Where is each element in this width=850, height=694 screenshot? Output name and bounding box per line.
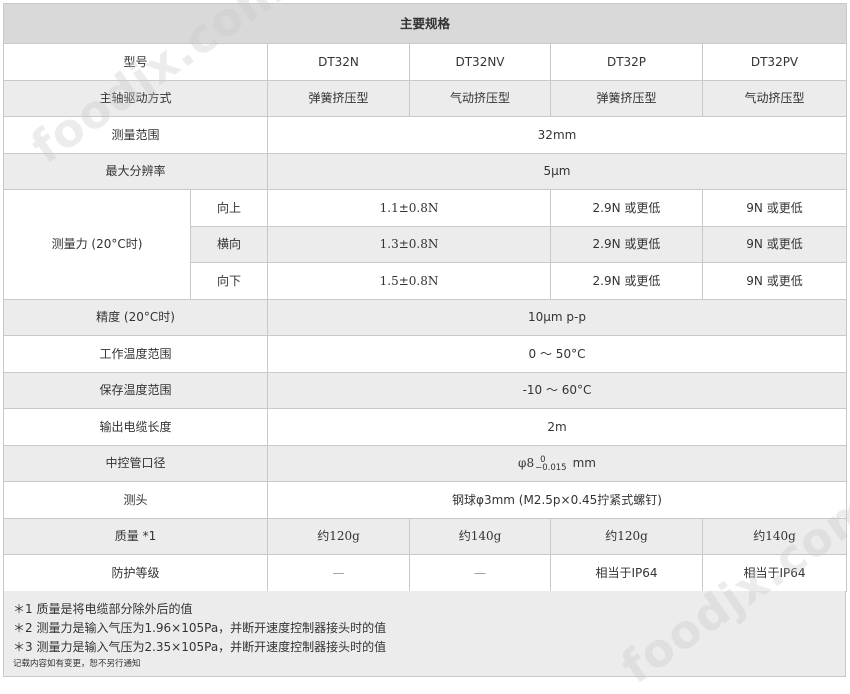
stem-row: 中控管口径 φ8 0 −0.015 mm <box>3 444 848 482</box>
model-dt32pv: DT32PV <box>701 43 848 81</box>
cable-label: 输出电缆长度 <box>3 408 268 446</box>
probe-value: 钢球φ3mm (M2.5p×0.45拧紧式螺钉) <box>266 481 848 519</box>
mass-row: 质量 *1 约120g 约140g 约120g 约140g <box>3 517 848 555</box>
force-value-p: 2.9N 或更低 <box>550 262 703 300</box>
force-value-p: 2.9N 或更低 <box>550 189 703 227</box>
spec-table: 主要规格 型号 DT32N DT32NV DT32P DT32PV 主轴驱动方式… <box>2 3 848 592</box>
model-dt32nv: DT32NV <box>409 43 551 81</box>
drive-value: 气动挤压型 <box>701 79 848 117</box>
mass-value: 约120g <box>267 517 410 555</box>
force-value-pv: 9N 或更低 <box>701 262 848 300</box>
stem-label: 中控管口径 <box>3 444 268 482</box>
footnotes: ＊1 质量是将电缆部分除外后的值 ＊2 测量力是输入气压为1.96×105Pa，… <box>3 591 846 677</box>
footnote-2: ＊2 测量力是输入气压为1.96×105Pa，并断开速度控制器接头时的值 <box>13 621 387 635</box>
work-temp-label: 工作温度范围 <box>3 335 268 373</box>
work-temp-value: 0 ～ 50°C <box>266 335 848 373</box>
protection-value: 相当于IP64 <box>701 554 848 592</box>
range-label: 测量范围 <box>3 116 268 154</box>
force-direction: 横向 <box>190 225 268 263</box>
force-value-pv: 9N 或更低 <box>701 225 848 263</box>
work-temp-row: 工作温度范围 0 ～ 50°C <box>3 335 848 373</box>
model-dt32p: DT32P <box>550 43 703 81</box>
cable-row: 输出电缆长度 2m <box>3 408 848 446</box>
stem-tolerance-lower: −0.015 <box>535 462 567 473</box>
table-header-row: 主要规格 <box>2 3 848 44</box>
resolution-row: 最大分辨率 5μm <box>3 152 848 190</box>
drive-label: 主轴驱动方式 <box>3 79 268 117</box>
protection-value: — <box>409 554 551 592</box>
force-value-np: 1.1±0.8N <box>267 189 551 227</box>
store-temp-row: 保存温度范围 -10 ～ 60°C <box>3 371 848 409</box>
force-row-up: 测量力 (20°C时) 向上 1.1±0.8N 2.9N 或更低 9N 或更低 <box>3 189 848 300</box>
stem-unit: mm <box>572 456 596 470</box>
mass-value: 约140g <box>701 517 848 555</box>
mass-value: 约140g <box>409 517 551 555</box>
drive-value: 弹簧挤压型 <box>550 79 703 117</box>
stem-tolerance: 0 −0.015 <box>535 455 567 473</box>
protection-row: 防护等级 — — 相当于IP64 相当于IP64 <box>3 554 848 592</box>
model-label: 型号 <box>3 43 268 81</box>
disclaimer: 记载内容如有变更，恕不另行通知 <box>13 659 141 669</box>
force-direction: 向下 <box>190 262 268 300</box>
model-row: 型号 DT32N DT32NV DT32P DT32PV <box>3 43 848 81</box>
range-row: 测量范围 32mm <box>3 116 848 154</box>
accuracy-row: 精度 (20°C时) 10μm p-p <box>3 298 848 336</box>
mass-value: 约120g <box>550 517 703 555</box>
probe-label: 测头 <box>3 481 268 519</box>
model-dt32n: DT32N <box>267 43 410 81</box>
force-label: 测量力 (20°C时) <box>3 189 191 300</box>
drive-row: 主轴驱动方式 弹簧挤压型 气动挤压型 弹簧挤压型 气动挤压型 <box>3 79 848 117</box>
footnote-3: ＊3 测量力是输入气压为2.35×105Pa，并断开速度控制器接头时的值 <box>13 640 387 654</box>
protection-value: 相当于IP64 <box>550 554 703 592</box>
drive-value: 气动挤压型 <box>409 79 551 117</box>
force-value-p: 2.9N 或更低 <box>550 225 703 263</box>
stem-value: φ8 0 −0.015 mm <box>266 444 848 482</box>
store-temp-label: 保存温度范围 <box>3 371 268 409</box>
protection-label: 防护等级 <box>3 554 268 592</box>
force-value-np: 1.3±0.8N <box>267 225 551 263</box>
force-value-pv: 9N 或更低 <box>701 189 848 227</box>
force-value-np: 1.5±0.8N <box>267 262 551 300</box>
force-direction: 向上 <box>190 189 268 227</box>
table-title: 主要规格 <box>2 3 848 44</box>
cable-value: 2m <box>266 408 848 446</box>
mass-label: 质量 *1 <box>3 517 268 555</box>
accuracy-value: 10μm p-p <box>266 298 848 336</box>
footnote-1: ＊1 质量是将电缆部分除外后的值 <box>13 602 193 616</box>
range-value: 32mm <box>266 116 848 154</box>
store-temp-value: -10 ～ 60°C <box>266 371 848 409</box>
stem-diameter: φ8 <box>518 456 535 470</box>
resolution-label: 最大分辨率 <box>3 152 268 190</box>
accuracy-label: 精度 (20°C时) <box>3 298 268 336</box>
resolution-value: 5μm <box>266 152 848 190</box>
probe-row: 测头 钢球φ3mm (M2.5p×0.45拧紧式螺钉) <box>3 481 848 519</box>
protection-value: — <box>267 554 410 592</box>
drive-value: 弹簧挤压型 <box>267 79 410 117</box>
